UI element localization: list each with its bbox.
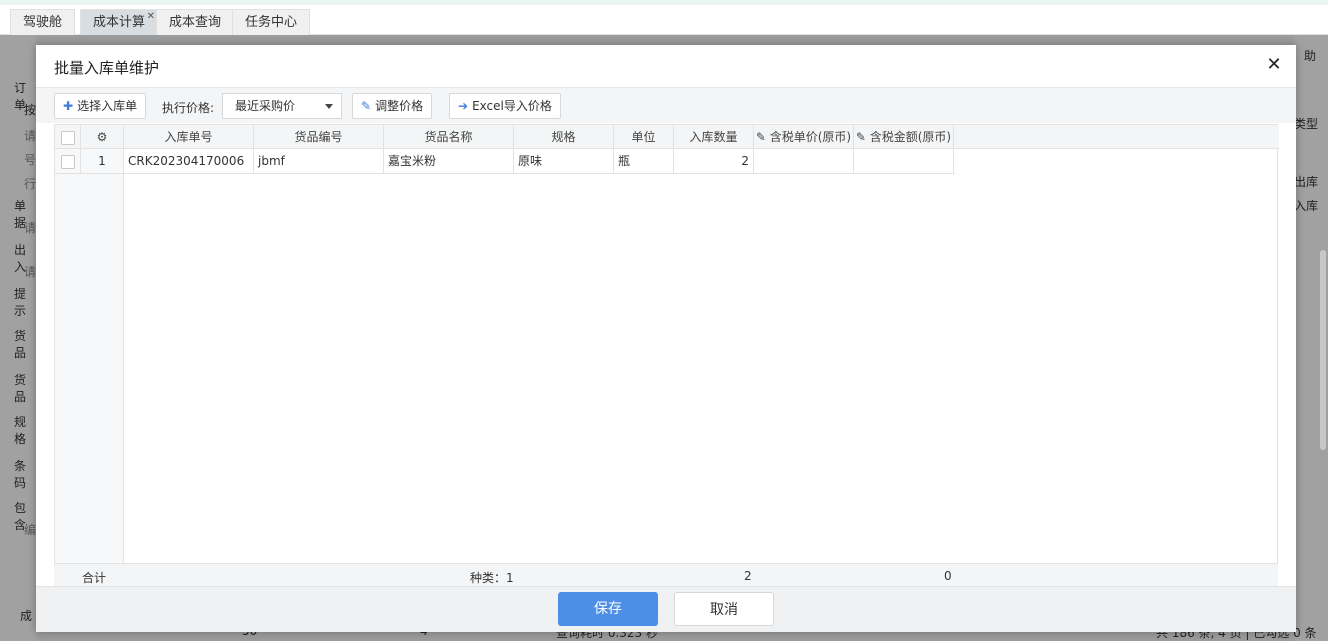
cell-spec: 原味 xyxy=(514,149,614,173)
price-select-value: 最近采购价 xyxy=(235,99,296,113)
adjust-price-button[interactable]: ✎ 调整价格 xyxy=(352,93,433,119)
grid-row-gutter xyxy=(55,125,124,586)
select-inbound-button[interactable]: ✚ 选择入库单 xyxy=(54,93,147,119)
pencil-icon: ✎ xyxy=(755,130,770,144)
summary-amount-total: 0 xyxy=(944,569,952,583)
header-checkbox-cell xyxy=(55,125,81,149)
cell-goods-name: 嘉宝米粉 xyxy=(384,149,514,173)
batch-inbound-dialog: 批量入库单维护 ✕ ✚ 选择入库单 执行价格: 最近采购价 ✎ 调整价格 ➔ Exce… xyxy=(36,45,1296,632)
tab-label: 成本计算 xyxy=(93,15,146,30)
price-label: 执行价格: xyxy=(162,101,215,115)
tab-cost-calc[interactable]: 成本计算 ✕ xyxy=(80,9,159,35)
col-goods-name[interactable]: 货品名称 xyxy=(384,125,514,149)
summary-qty-total: 2 xyxy=(744,569,752,583)
column-label: 含税单价(原币) xyxy=(769,130,852,144)
button-label: 调整价格 xyxy=(375,99,424,113)
pencil-icon: ✎ xyxy=(361,99,372,113)
tab-label: 驾驶舱 xyxy=(23,15,63,30)
grid-header: ⚙ 入库单号 货品编号 货品名称 规格 单位 入库数量 ✎ 含税单价(原币) ✎… xyxy=(55,125,1279,149)
col-unit-price[interactable]: ✎ 含税单价(原币) xyxy=(754,125,854,149)
cell-qty: 2 xyxy=(674,149,754,173)
tab-label: 任务中心 xyxy=(245,15,298,30)
tab-label: 成本查询 xyxy=(169,15,222,30)
inbound-grid: ⚙ 入库单号 货品编号 货品名称 规格 单位 入库数量 ✎ 含税单价(原币) ✎… xyxy=(54,124,1279,586)
col-inbound-no[interactable]: 入库单号 xyxy=(124,125,254,149)
pencil-icon: ✎ xyxy=(855,130,870,144)
save-button[interactable]: 保存 xyxy=(558,592,658,626)
cell-goods-code: jbmf xyxy=(254,149,384,173)
close-icon[interactable]: ✕ xyxy=(147,4,155,30)
tab-cost-query[interactable]: 成本查询 xyxy=(156,9,235,35)
cancel-button[interactable]: 取消 xyxy=(674,592,774,626)
tab-cockpit[interactable]: 驾驶舱 xyxy=(10,9,76,35)
column-label: 含税金额(原币) xyxy=(869,130,952,144)
page-scrollbar[interactable] xyxy=(1320,250,1326,450)
col-unit[interactable]: 单位 xyxy=(614,125,674,149)
price-select[interactable]: 最近采购价 xyxy=(222,93,342,119)
excel-import-button[interactable]: ➔ Excel导入价格 xyxy=(449,93,561,119)
dialog-title: 批量入库单维护 xyxy=(54,59,160,77)
gear-icon[interactable]: ⚙ xyxy=(81,125,124,149)
button-label: Excel导入价格 xyxy=(472,99,552,113)
summary-kinds: 种类：1 xyxy=(470,571,514,585)
row-index: 1 xyxy=(81,149,124,173)
tab-bar: 驾驶舱 成本计算 ✕ 成本查询 任务中心 xyxy=(0,5,1328,35)
col-qty[interactable]: 入库数量 xyxy=(674,125,754,149)
dialog-footer xyxy=(36,586,1296,632)
col-goods-code[interactable]: 货品编号 xyxy=(254,125,384,149)
cell-unit: 瓶 xyxy=(614,149,674,173)
tab-task-center[interactable]: 任务中心 xyxy=(232,9,311,35)
row-checkbox-cell xyxy=(55,149,81,173)
summary-bar: 合计 种类：1 2 0 xyxy=(54,563,1278,586)
caret-down-icon xyxy=(325,104,333,109)
plus-icon: ✚ xyxy=(63,99,74,113)
cell-inbound-no: CRK202304170006 xyxy=(124,149,254,173)
import-icon: ➔ xyxy=(458,99,469,113)
cell-amount[interactable] xyxy=(854,149,954,173)
cell-unit-price[interactable] xyxy=(754,149,854,173)
summary-label: 合计 xyxy=(82,571,107,585)
row-checkbox[interactable] xyxy=(60,154,75,169)
close-icon[interactable]: ✕ xyxy=(1262,53,1286,77)
button-label: 选择入库单 xyxy=(77,99,138,113)
table-row[interactable]: 1 CRK202304170006 jbmf 嘉宝米粉 原味 瓶 2 xyxy=(55,149,955,174)
col-spec[interactable]: 规格 xyxy=(514,125,614,149)
select-all-checkbox[interactable] xyxy=(60,130,75,145)
col-amount[interactable]: ✎ 含税金额(原币) xyxy=(854,125,954,149)
